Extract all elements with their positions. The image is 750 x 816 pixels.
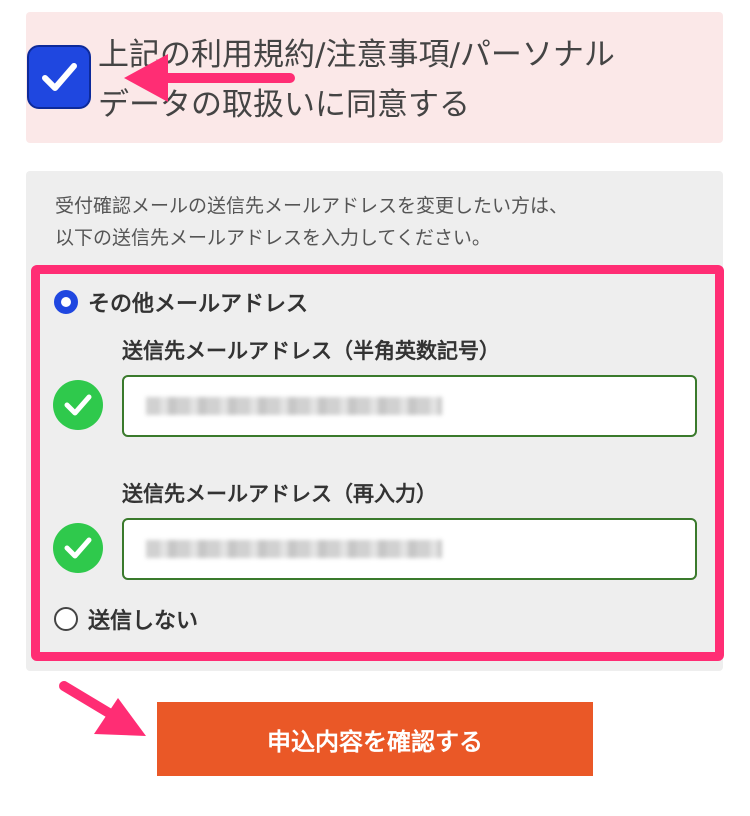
agreement-checkbox[interactable] xyxy=(27,45,91,109)
email-input[interactable] xyxy=(122,375,697,437)
description-line2: 以下の送信先メールアドレスを入力してください。 xyxy=(55,227,491,249)
highlight-frame xyxy=(31,265,724,661)
radio-unselected-icon[interactable] xyxy=(54,607,78,631)
checkbox-checked-icon xyxy=(42,63,77,91)
email-input-blurred-value xyxy=(146,397,442,415)
valid-check-icon xyxy=(53,523,103,573)
valid-check-icon xyxy=(53,380,103,430)
pointer-arrow-icon xyxy=(59,681,146,736)
email-confirm-label: 送信先メールアドレス（再入力） xyxy=(122,482,437,506)
option-other-email-label[interactable]: その他メールアドレス xyxy=(88,286,308,318)
description-line1: 受付確認メールの送信先メールアドレスを変更したい方は、 xyxy=(55,195,569,217)
option-do-not-send-label[interactable]: 送信しない xyxy=(88,603,198,635)
pointer-arrow-icon xyxy=(124,54,295,102)
radio-selected-icon[interactable] xyxy=(54,290,78,314)
email-label: 送信先メールアドレス（半角英数記号） xyxy=(122,339,500,363)
email-notification-description: 受付確認メールの送信先メールアドレスを変更したい方は、 以下の送信先メールアドレ… xyxy=(55,190,695,254)
email-confirm-input[interactable] xyxy=(122,518,697,580)
email-confirm-input-blurred-value xyxy=(146,540,442,558)
confirm-application-button[interactable]: 申込内容を確認する xyxy=(157,702,593,776)
